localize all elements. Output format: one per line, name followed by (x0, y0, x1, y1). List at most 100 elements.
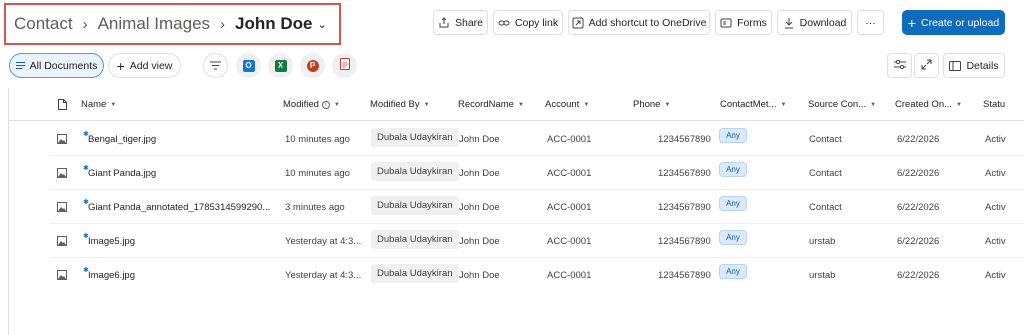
column-header-name[interactable]: Name ▼ (81, 99, 116, 110)
share-button[interactable]: Share (433, 10, 488, 35)
pdf-filter-button[interactable] (332, 53, 357, 78)
details-label: Details (966, 59, 999, 72)
modified-by-chip[interactable]: Dubala Udaykiran (371, 162, 459, 181)
column-header-created-on[interactable]: Created On... ▼ (895, 99, 962, 110)
file-name-link[interactable]: Giant Panda_annotated_1785314599290... (88, 202, 270, 213)
document-library-table: Name ▼ Modified i ▼ Modified By ▼ RecordName… (8, 88, 1024, 335)
breadcrumb-item-contact[interactable]: Contact (14, 14, 73, 34)
column-header-source-con[interactable]: Source Con... ▼ (808, 99, 876, 110)
modified-cell: 10 minutes ago (285, 168, 350, 179)
filter-button[interactable] (203, 53, 228, 78)
contact-method-tag: Any (719, 196, 747, 211)
status-cell: Activ (985, 168, 1006, 179)
modified-by-chip[interactable]: Dubala Udaykiran (371, 196, 459, 215)
filter-icon (210, 57, 221, 75)
column-header-modified[interactable]: Modified i ▼ (283, 99, 340, 110)
forms-button[interactable]: Forms (715, 10, 772, 35)
create-or-upload-button[interactable]: + Create or upload (902, 10, 1005, 35)
status-cell: Activ (985, 270, 1006, 281)
share-label: Share (454, 16, 484, 29)
file-name-link[interactable]: Image5.jpg (88, 236, 135, 247)
column-header-record-name[interactable]: RecordName ▼ (458, 99, 524, 110)
created-on-cell: 6/22/2026 (897, 202, 940, 213)
plus-icon: + (116, 57, 125, 74)
record-name-cell: John Doe (459, 270, 500, 281)
chevron-down-icon: ▼ (780, 102, 787, 108)
pdf-icon (339, 57, 350, 75)
expand-button[interactable] (914, 53, 939, 78)
shortcut-icon (572, 17, 584, 29)
table-row[interactable]: ✱ Image6.jpg Yesterday at 4:3... Dubala … (8, 258, 1024, 292)
record-name-cell: John Doe (459, 236, 500, 247)
powerpoint-icon: P (306, 59, 319, 72)
chevron-down-icon: ▼ (583, 102, 590, 108)
all-documents-view-button[interactable]: All Documents (9, 53, 104, 78)
modified-by-chip[interactable]: Dubala Udaykiran (371, 128, 459, 147)
contact-method-tag: Any (719, 162, 747, 177)
add-view-button[interactable]: + Add view (108, 53, 181, 78)
breadcrumb-item-animal-images[interactable]: Animal Images (98, 14, 210, 34)
chevron-down-icon[interactable]: ⌄ (317, 18, 326, 31)
modified-by-chip[interactable]: Dubala Udaykiran (371, 264, 459, 283)
phone-cell: 1234567890 (658, 134, 711, 145)
download-icon (783, 17, 795, 29)
column-header-phone[interactable]: Phone ▼ (633, 99, 670, 110)
excel-filter-button[interactable]: X (268, 53, 293, 78)
customize-columns-button[interactable] (887, 53, 912, 78)
breadcrumb-current[interactable]: John Doe (235, 14, 312, 34)
account-cell: ACC-0001 (547, 202, 592, 213)
file-name-link[interactable]: Bengal_tiger.jpg (88, 134, 156, 145)
download-label: Download (799, 16, 847, 29)
table-row[interactable]: ✱ Image5.jpg Yesterday at 4:3... Dubala … (8, 224, 1024, 258)
chevron-down-icon: ▼ (517, 102, 524, 108)
source-cell: urstab (809, 236, 836, 247)
create-or-upload-label: Create or upload (920, 16, 1000, 29)
chevron-down-icon: ▼ (870, 102, 877, 108)
created-on-cell: 6/22/2026 (897, 270, 940, 281)
source-cell: Contact (809, 134, 842, 145)
copy-link-button[interactable]: Copy link (493, 10, 563, 35)
all-documents-label: All Documents (29, 59, 98, 72)
file-name-link[interactable]: Giant Panda.jpg (88, 168, 156, 179)
more-button[interactable]: ··· (857, 10, 884, 35)
source-cell: Contact (809, 168, 842, 179)
excel-icon: X (274, 59, 287, 72)
expand-icon (921, 57, 932, 75)
column-header-account[interactable]: Account ▼ (545, 99, 589, 110)
table-row[interactable]: ✱ Giant Panda_annotated_1785314599290...… (8, 190, 1024, 224)
download-button[interactable]: Download (777, 10, 852, 35)
table-header: Name ▼ Modified i ▼ Modified By ▼ RecordName… (8, 88, 1024, 121)
info-icon: i (321, 101, 330, 109)
contact-method-tag: Any (719, 264, 747, 279)
image-file-icon (57, 236, 67, 246)
forms-icon (720, 17, 732, 29)
contact-method-tag: Any (719, 230, 747, 245)
file-type-icon[interactable] (58, 99, 67, 110)
created-on-cell: 6/22/2026 (897, 236, 940, 247)
status-cell: Activ (985, 134, 1006, 145)
more-icon: ··· (865, 16, 876, 29)
chevron-right-icon: › (82, 15, 88, 33)
add-shortcut-button[interactable]: Add shortcut to OneDrive (568, 10, 710, 35)
table-row[interactable]: ✱ Bengal_tiger.jpg 10 minutes ago Dubala… (8, 122, 1024, 156)
column-header-status[interactable]: Statu (983, 99, 1005, 110)
image-file-icon (57, 168, 67, 178)
record-name-cell: John Doe (459, 202, 500, 213)
outlook-filter-button[interactable]: O (236, 53, 261, 78)
image-file-icon (57, 202, 67, 212)
column-header-contact-method[interactable]: ContactMet... ▼ (720, 99, 786, 110)
link-icon (498, 17, 510, 29)
details-button[interactable]: Details (943, 53, 1005, 78)
modified-cell: 3 minutes ago (285, 202, 345, 213)
chevron-down-icon: ▼ (664, 102, 671, 108)
column-header-modified-by[interactable]: Modified By ▼ (370, 99, 430, 110)
modified-by-chip[interactable]: Dubala Udaykiran (371, 230, 459, 249)
chevron-down-icon: ▼ (423, 102, 430, 108)
powerpoint-filter-button[interactable]: P (300, 53, 325, 78)
account-cell: ACC-0001 (547, 236, 592, 247)
created-on-cell: 6/22/2026 (897, 134, 940, 145)
file-name-link[interactable]: Image6.jpg (88, 270, 135, 281)
status-cell: Activ (985, 236, 1006, 247)
table-row[interactable]: ✱ Giant Panda.jpg 10 minutes ago Dubala … (8, 156, 1024, 190)
modified-cell: Yesterday at 4:3... (285, 236, 362, 247)
